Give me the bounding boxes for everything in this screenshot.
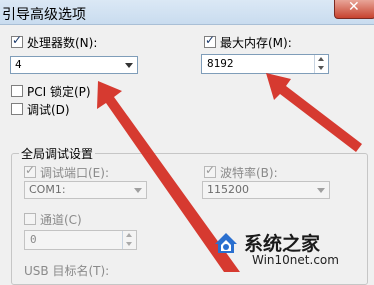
max-memory-value: 8192 <box>207 57 234 70</box>
close-icon: ✕ <box>348 0 360 15</box>
spin-down-icon[interactable] <box>123 240 136 249</box>
processors-label: 处理器数(N): <box>27 36 98 50</box>
baud-rate-checkbox[interactable] <box>204 163 216 178</box>
baud-rate-value: 115200 <box>207 183 249 196</box>
debug-port-select[interactable]: COM1: <box>24 181 147 199</box>
debug-port-checkbox[interactable] <box>24 163 36 178</box>
processors-checkbox[interactable] <box>11 33 23 48</box>
channel-value: 0 <box>30 233 37 246</box>
channel-label: 通道(C) <box>40 213 82 227</box>
watermark-url: Win10net.com <box>252 253 339 267</box>
max-memory-spinner[interactable]: 8192 <box>201 54 329 74</box>
processors-value: 4 <box>15 58 22 71</box>
spin-down-icon[interactable] <box>315 64 328 73</box>
spin-up-icon[interactable] <box>315 55 328 64</box>
global-debug-title: 全局调试设置 <box>19 145 96 162</box>
chevron-down-icon <box>317 188 325 193</box>
channel-spinner[interactable]: 0 <box>24 230 137 250</box>
debug-port-value: COM1: <box>29 183 66 196</box>
debug-port-label: 调试端口(E): <box>40 166 109 180</box>
usb-target-label: USB 目标名(T): <box>24 264 110 278</box>
debug-checkbox[interactable] <box>11 103 23 115</box>
title-bar: 引导高级选项 ✕ <box>0 0 374 25</box>
channel-checkbox[interactable] <box>24 213 36 225</box>
watermark-brand: 系统之家 <box>244 233 321 255</box>
debug-label: 调试(D) <box>27 103 70 117</box>
close-button[interactable]: ✕ <box>334 0 374 19</box>
pci-lock-checkbox[interactable] <box>11 85 23 97</box>
max-memory-label: 最大内存(M): <box>220 36 292 50</box>
watermark-logo <box>212 228 240 256</box>
baud-rate-label: 波特率(B): <box>220 166 278 180</box>
window-title: 引导高级选项 <box>2 7 86 23</box>
max-memory-checkbox[interactable] <box>204 33 216 48</box>
spin-up-icon[interactable] <box>123 231 136 240</box>
processors-select[interactable]: 4 <box>10 56 138 74</box>
arrow-to-max-memory <box>266 73 362 152</box>
chevron-down-icon <box>125 63 133 68</box>
chevron-down-icon <box>134 188 142 193</box>
pci-lock-label: PCI 锁定(P) <box>27 85 91 99</box>
baud-rate-select[interactable]: 115200 <box>202 181 330 199</box>
